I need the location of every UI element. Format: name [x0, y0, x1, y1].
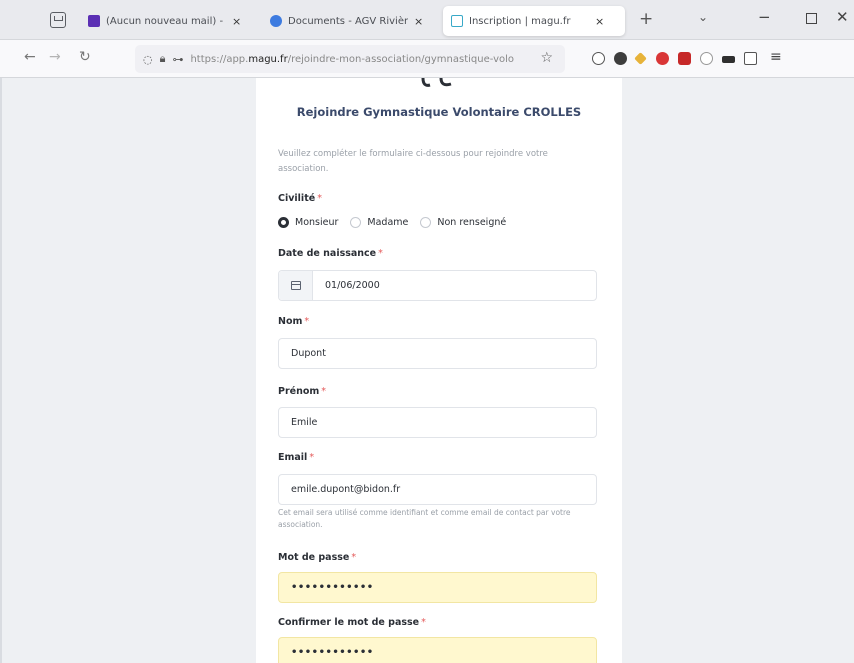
email-label: Email *: [278, 452, 315, 463]
calendar-button[interactable]: [279, 271, 313, 300]
page-edge: [0, 78, 2, 663]
radio-monsieur[interactable]: Monsieur: [278, 217, 338, 228]
birthdate-field[interactable]: 01/06/2000: [278, 270, 597, 301]
mail-favicon-icon: [88, 15, 100, 27]
civilite-radio-group: Monsieur Madame Non renseigné: [278, 217, 518, 228]
email-input[interactable]: emile.dupont@bidon.fr: [278, 474, 597, 505]
tab-mail[interactable]: (Aucun nouveau mail) - jc_ca ×: [80, 6, 260, 36]
nom-label: Nom *: [278, 316, 310, 327]
tab-title: (Aucun nouveau mail) - jc_ca: [106, 15, 226, 27]
form-title: Rejoindre Gymnastique Volontaire CROLLES: [296, 105, 582, 119]
page-viewport: Rejoindre Gymnastique Volontaire CROLLES…: [0, 78, 854, 663]
list-tabs-chevron-icon[interactable]: ⌄: [698, 10, 708, 24]
browser-toolbar: ← → ↻ ◌ 🔒︎ ⊶ https://app.magu.fr/rejoind…: [0, 40, 854, 78]
back-arrow-icon[interactable]: ←: [24, 49, 36, 65]
tab-title: Inscription | magu.fr: [469, 15, 571, 27]
shield-icon[interactable]: ◌: [143, 53, 153, 66]
extension-dark-icon[interactable]: [614, 52, 627, 65]
documents-favicon-icon: [270, 15, 282, 27]
radio-empty-icon[interactable]: [420, 217, 432, 228]
nom-input[interactable]: Dupont: [278, 338, 597, 369]
birthdate-value[interactable]: 01/06/2000: [325, 280, 380, 291]
password-confirm-label: Confirmer le mot de passe *: [278, 617, 426, 628]
birthdate-label: Date de naissance *: [278, 248, 383, 259]
extension-pen-icon[interactable]: [634, 52, 647, 65]
menu-hamburger-icon[interactable]: ≡: [770, 49, 782, 65]
association-logo-icon: [421, 78, 452, 87]
password-confirm-input[interactable]: ••••••••••••: [278, 637, 597, 663]
tab-documents[interactable]: Documents - AGV Rivière Mor ×: [262, 6, 442, 36]
prenom-input[interactable]: Emile: [278, 407, 597, 438]
reload-icon[interactable]: ↻: [79, 49, 91, 65]
tab-inscription-active[interactable]: Inscription | magu.fr ×: [443, 6, 625, 36]
form-intro: Veuillez compléter le formulaire ci-dess…: [278, 149, 548, 174]
radio-selected-icon[interactable]: [278, 217, 289, 228]
radio-empty-icon[interactable]: [350, 217, 362, 228]
extensions-puzzle-icon[interactable]: [744, 52, 757, 65]
civilite-label: Civilité *: [278, 193, 322, 204]
maximize-icon[interactable]: [806, 13, 817, 24]
ublock-shield-icon[interactable]: [678, 52, 691, 65]
close-tab-icon[interactable]: ×: [595, 15, 604, 28]
extension-bed-icon[interactable]: [722, 56, 735, 63]
magu-favicon-icon: [451, 15, 463, 27]
close-tab-icon[interactable]: ×: [232, 15, 241, 28]
pocket-icon[interactable]: [592, 52, 605, 65]
forward-arrow-icon[interactable]: →: [49, 49, 61, 65]
password-label: Mot de passe *: [278, 552, 357, 563]
password-input[interactable]: ••••••••••••: [278, 572, 597, 603]
minimize-icon[interactable]: −: [758, 8, 771, 26]
url-text: https://app.magu.fr/rejoindre-mon-associ…: [190, 53, 515, 65]
radio-non-renseigne[interactable]: Non renseigné: [420, 217, 506, 228]
new-tab-button[interactable]: +: [639, 9, 653, 29]
bookmark-star-icon[interactable]: ☆: [540, 50, 553, 66]
tab-overview-icon[interactable]: [50, 12, 66, 28]
prenom-label: Prénom *: [278, 386, 327, 397]
lock-icon[interactable]: 🔒︎: [160, 52, 166, 66]
tab-title: Documents - AGV Rivière Mor: [288, 15, 408, 27]
calendar-icon: [290, 281, 301, 290]
close-tab-icon[interactable]: ×: [414, 15, 423, 28]
extension-gear-icon[interactable]: [700, 52, 713, 65]
browser-tab-bar: (Aucun nouveau mail) - jc_ca × Documents…: [0, 0, 854, 40]
radio-madame[interactable]: Madame: [350, 217, 408, 228]
signup-form-card: Rejoindre Gymnastique Volontaire CROLLES…: [256, 78, 622, 663]
window-close-icon[interactable]: ✕: [836, 8, 849, 26]
permissions-icon[interactable]: ⊶: [172, 53, 183, 66]
extension-red-icon[interactable]: [656, 52, 669, 65]
address-bar[interactable]: ◌ 🔒︎ ⊶ https://app.magu.fr/rejoindre-mon…: [135, 45, 565, 73]
email-help-text: Cet email sera utilisé comme identifiant…: [278, 508, 571, 529]
